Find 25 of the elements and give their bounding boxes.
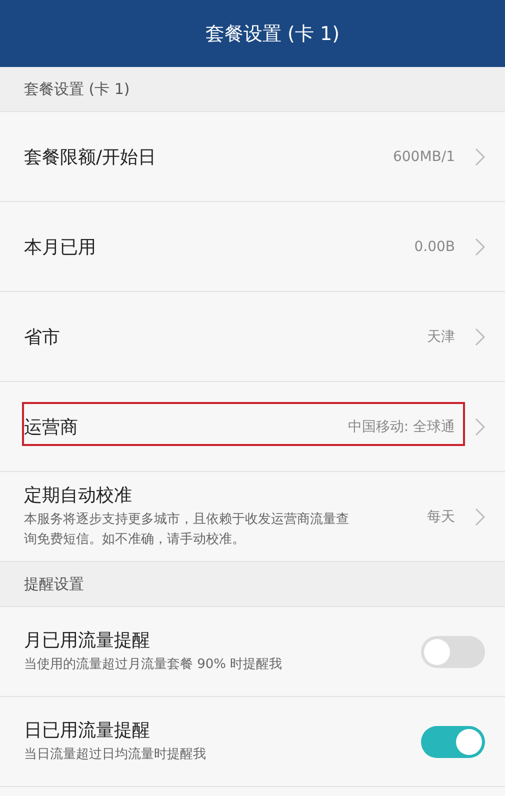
setting-label: 省市 bbox=[24, 326, 61, 348]
setting-label: 日已用流量提醒 bbox=[24, 719, 151, 742]
setting-value: 天津 bbox=[427, 328, 455, 346]
chevron-icon bbox=[475, 508, 485, 526]
setting-label: 本月已用 bbox=[24, 236, 97, 258]
setting-value: 中国移动: 全球通 bbox=[348, 418, 455, 436]
setting-value: 每天 bbox=[427, 508, 455, 526]
toggle-switch[interactable] bbox=[421, 636, 485, 668]
setting-description: 本服务将逐步支持更多城市，且依赖于收发运营商流量查询免费短信。如不准确，请手动校准。 bbox=[24, 511, 350, 549]
setting-value: 0.00B bbox=[414, 238, 455, 254]
chevron-icon bbox=[475, 418, 485, 436]
section-title: 套餐设置 (卡 1) bbox=[24, 80, 130, 98]
chevron-icon bbox=[475, 328, 485, 346]
setting-label: 运营商 bbox=[24, 416, 79, 438]
setting-description: 当日流量超过日均流量时提醒我 bbox=[24, 746, 207, 764]
section-title: 提醒设置 bbox=[24, 574, 84, 594]
screen-title: 套餐设置 (卡 1) bbox=[204, 22, 340, 46]
setting-label: 定期自动校准 bbox=[24, 484, 133, 507]
setting-label: 套餐限额/开始日 bbox=[24, 146, 158, 168]
chevron-icon bbox=[475, 238, 485, 256]
chevron-icon bbox=[475, 148, 485, 166]
setting-label: 月已用流量提醒 bbox=[24, 629, 151, 652]
toggle-switch[interactable] bbox=[421, 726, 485, 758]
setting-description: 当使用的流量超过月流量套餐 90% 时提醒我 bbox=[24, 656, 284, 674]
setting-value: 600MB/1 bbox=[392, 148, 455, 164]
